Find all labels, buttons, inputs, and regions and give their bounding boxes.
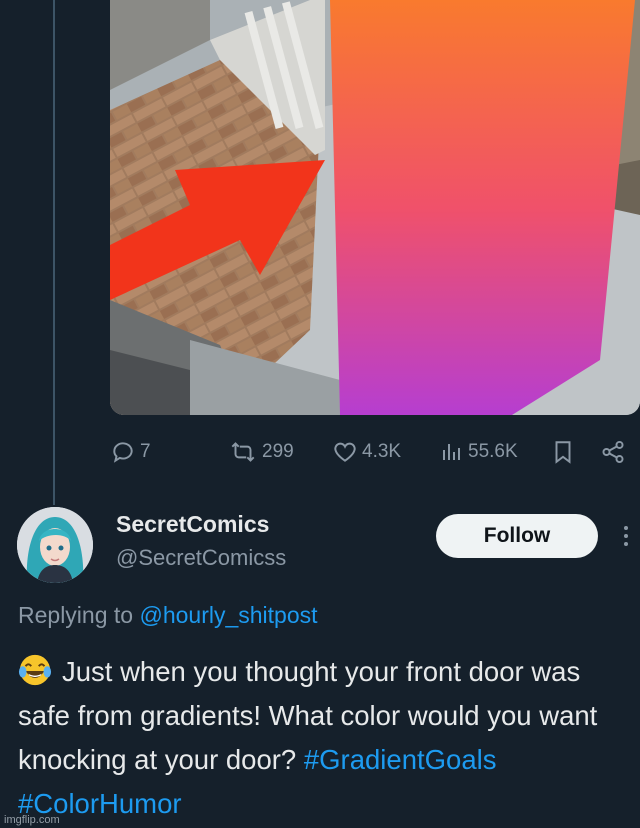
like-action[interactable]: 4.3K: [332, 437, 401, 467]
user-handle[interactable]: @SecretComicss: [116, 545, 286, 571]
avatar[interactable]: [17, 507, 93, 583]
face-with-tears-of-joy-icon: [18, 654, 52, 686]
thread-connector-line: [53, 0, 55, 505]
share-action[interactable]: [600, 437, 626, 467]
more-options-icon[interactable]: [620, 524, 632, 550]
retweet-count: 299: [262, 441, 294, 462]
doorstep-photo: [110, 0, 640, 415]
bookmark-icon: [555, 441, 571, 464]
bookmark-action[interactable]: [552, 437, 574, 467]
tweet-media-image[interactable]: [110, 0, 640, 415]
retweet-action[interactable]: 299: [228, 437, 294, 467]
reply-count: 7: [140, 441, 151, 462]
reply-icon: [113, 442, 133, 463]
views-count: 55.6K: [468, 441, 518, 462]
hashtag-gradientgoals[interactable]: #GradientGoals: [304, 744, 497, 775]
views-chart-icon: [443, 444, 460, 460]
reply-text: Just when you thought your front door wa…: [18, 650, 628, 826]
replying-to-link[interactable]: @hourly_shitpost: [139, 602, 317, 628]
display-name[interactable]: SecretComics: [116, 511, 269, 538]
like-count: 4.3K: [362, 441, 402, 462]
anime-avatar-icon: [17, 507, 93, 583]
tweet-action-bar: 7 299 4.3K 55.6K: [110, 437, 630, 467]
replying-prefix: Replying to: [18, 602, 134, 628]
views-action[interactable]: 55.6K: [440, 437, 518, 467]
replying-to-line: Replying to @hourly_shitpost: [18, 602, 318, 629]
reply-action[interactable]: 7: [110, 437, 151, 467]
share-icon: [602, 440, 624, 464]
follow-button[interactable]: Follow: [436, 514, 598, 558]
imgflip-watermark: imgflip.com: [4, 814, 60, 826]
heart-icon: [334, 442, 356, 462]
retweet-icon: [231, 442, 255, 462]
